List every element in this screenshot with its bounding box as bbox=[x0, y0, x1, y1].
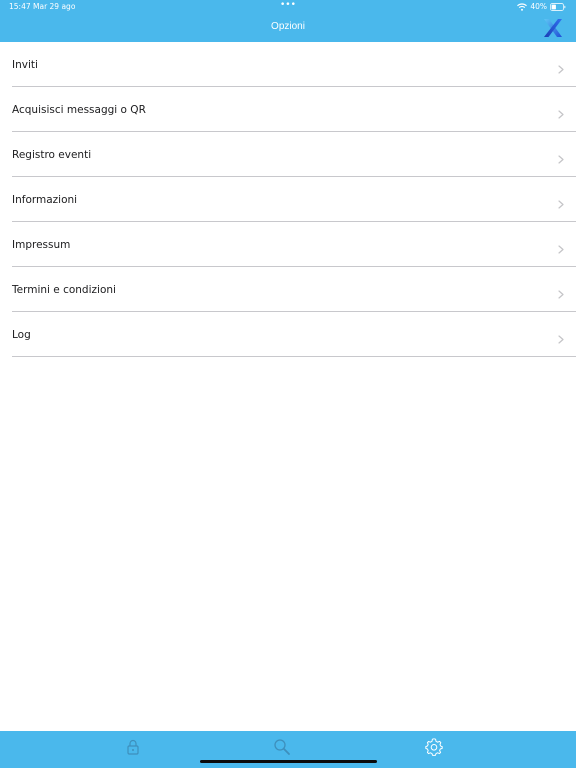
chevron-right-icon bbox=[558, 329, 564, 344]
menu-item[interactable]: Inviti bbox=[12, 42, 576, 87]
status-right-group: 40% bbox=[517, 2, 566, 11]
status-date: Mar 29 ago bbox=[33, 2, 76, 11]
wifi-icon bbox=[517, 2, 528, 11]
header-area: 15:47 Mar 29 ago ••• 40% Opzioni bbox=[0, 0, 576, 42]
chevron-right-icon bbox=[558, 149, 564, 164]
menu-item-label: Registro eventi bbox=[12, 149, 92, 161]
search-icon bbox=[272, 739, 292, 761]
lock-icon bbox=[123, 739, 143, 761]
menu-item-label: Informazioni bbox=[12, 194, 78, 206]
menu-item-label: Termini e condizioni bbox=[12, 284, 116, 296]
menu-item[interactable]: Acquisisci messaggi o QR bbox=[12, 87, 576, 132]
home-indicator[interactable] bbox=[200, 760, 377, 763]
chevron-right-icon bbox=[558, 104, 564, 119]
navigation-bar: Opzioni bbox=[0, 14, 576, 42]
menu-item-label: Impressum bbox=[12, 239, 71, 251]
chevron-right-icon bbox=[558, 239, 564, 254]
options-menu-list: Inviti Acquisisci messaggi o QR Registro e… bbox=[0, 42, 576, 357]
menu-item[interactable]: Log bbox=[12, 312, 576, 357]
tab-search[interactable] bbox=[272, 737, 292, 757]
menu-item[interactable]: Informazioni bbox=[12, 177, 576, 222]
menu-item-label: Log bbox=[12, 329, 31, 341]
page-title: Opzioni bbox=[271, 21, 305, 32]
tab-lock[interactable] bbox=[123, 737, 143, 757]
battery-icon bbox=[550, 2, 566, 11]
menu-item[interactable]: Registro eventi bbox=[12, 132, 576, 177]
menu-item[interactable]: Termini e condizioni bbox=[12, 267, 576, 312]
menu-item[interactable]: Impressum bbox=[12, 222, 576, 267]
multitask-dots[interactable]: ••• bbox=[280, 0, 296, 10]
settings-gear-icon bbox=[424, 738, 444, 761]
brand-x-logo-icon bbox=[541, 16, 565, 40]
tab-settings[interactable] bbox=[424, 737, 444, 757]
chevron-right-icon bbox=[558, 59, 564, 74]
menu-item-label: Acquisisci messaggi o QR bbox=[12, 104, 146, 116]
menu-item-label: Inviti bbox=[12, 59, 38, 71]
status-time: 15:47 bbox=[9, 2, 31, 11]
options-screen: 15:47 Mar 29 ago ••• 40% Opzioni Inviti … bbox=[0, 0, 576, 768]
chevron-right-icon bbox=[558, 194, 564, 209]
battery-percent: 40% bbox=[530, 2, 547, 11]
status-bar: 15:47 Mar 29 ago ••• 40% bbox=[0, 0, 576, 14]
chevron-right-icon bbox=[558, 284, 564, 299]
